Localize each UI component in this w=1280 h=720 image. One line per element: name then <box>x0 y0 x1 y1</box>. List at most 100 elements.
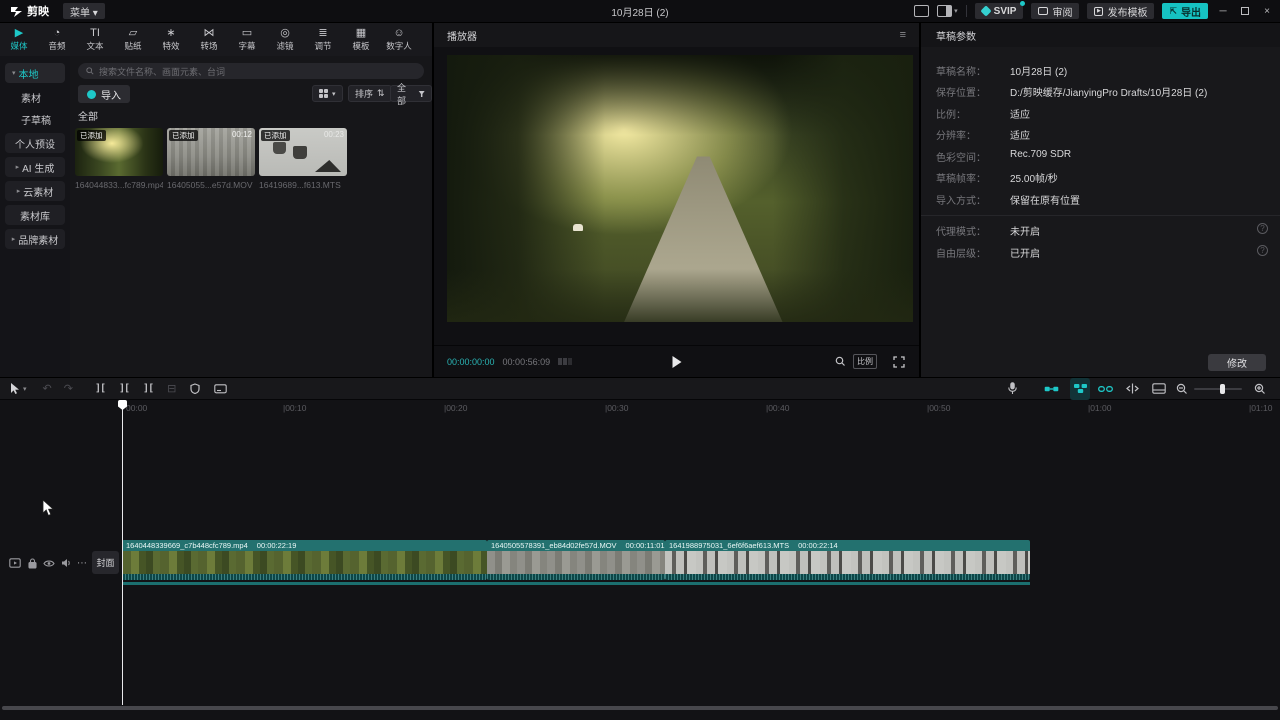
auto-snap-icon[interactable] <box>1070 377 1090 400</box>
close-button[interactable]: × <box>1260 4 1274 18</box>
timeline-ruler[interactable]: 00:00 |00:10 |00:20 |00:30 |00:40 |00:50… <box>0 400 1280 414</box>
horizontal-scrollbar[interactable] <box>2 706 1278 710</box>
duration-label: 00:23 <box>323 130 344 139</box>
template-icon: ▶ <box>1094 6 1104 16</box>
split-left-icon[interactable]: ][ <box>119 378 130 400</box>
player-layout-icon[interactable] <box>914 5 930 17</box>
timeline-clip-3[interactable]: 1641988975031_6ef6f6aef613.MTS 00:00:22:1… <box>665 540 1030 580</box>
sidebar-item-material[interactable]: 素材 <box>5 87 65 107</box>
tab-text[interactable]: TI 文本 <box>76 25 114 55</box>
sidebar-item-material-library[interactable]: 素材库 <box>5 205 65 225</box>
more-icon[interactable]: ⋯ <box>75 556 89 570</box>
record-mic-icon[interactable] <box>1008 378 1017 400</box>
preview-quality-icon[interactable] <box>558 358 573 365</box>
export-button[interactable]: ⇱ 导出 <box>1162 3 1208 19</box>
select-tool-caret[interactable]: ▾ <box>23 378 27 400</box>
split-right-icon[interactable]: ][ <box>143 378 154 400</box>
menu-button[interactable]: 菜单 ▾ <box>63 3 105 19</box>
template-icon: ▦ <box>355 26 367 39</box>
maximize-button[interactable] <box>1238 4 1252 18</box>
speaker-icon[interactable] <box>59 556 73 570</box>
timeline-clip-2[interactable]: 1640505578391_eb84d02fe57d.MOV 00:00:11:0… <box>487 540 665 580</box>
sidebar-item-personal-preset[interactable]: 个人预设 <box>5 133 65 153</box>
media-icon: ▶ <box>14 26 24 39</box>
media-item-3[interactable]: 已添加 00:23 <box>259 128 347 176</box>
audio-level-bar <box>122 582 1030 585</box>
timeline-zoom-slider[interactable] <box>1194 384 1242 394</box>
review-button[interactable]: 审阅 <box>1031 3 1080 19</box>
tab-effects[interactable]: ∗ 特效 <box>152 25 190 55</box>
row-label: 分辨率： <box>936 131 976 142</box>
tab-filter[interactable]: ◎ 滤镜 <box>266 25 304 55</box>
modify-button[interactable]: 修改 <box>1208 354 1266 371</box>
tab-caption[interactable]: ▭ 字幕 <box>228 25 266 55</box>
total-time: 00:00:56:09 <box>502 356 551 367</box>
search-placeholder: 搜索文件名称、画面元素、台词 <box>99 66 226 77</box>
tab-adjust[interactable]: ≣ 调节 <box>304 25 342 55</box>
tab-sticker[interactable]: ▱ 贴纸 <box>114 25 152 55</box>
media-item-2[interactable]: 已添加 00:12 <box>167 128 255 176</box>
tab-media[interactable]: ▶ 媒体 <box>0 25 38 55</box>
view-mode-button[interactable]: ▾ <box>312 85 343 102</box>
search-input[interactable]: 搜索文件名称、画面元素、台词 <box>78 63 424 79</box>
sidebar-item-local[interactable]: ▾ 本地 <box>5 63 65 83</box>
ruler-tick: |00:40 <box>766 403 790 413</box>
undo-icon[interactable]: ↶ <box>43 378 52 400</box>
sidebar-item-subdraft[interactable]: 子草稿 <box>5 109 65 129</box>
preview-axis-icon[interactable] <box>1126 378 1139 400</box>
chevron-down-icon: ▾ <box>332 90 336 98</box>
sticker-icon: ▱ <box>128 26 138 39</box>
filter-button[interactable]: 全部 <box>390 83 432 106</box>
lock-icon[interactable] <box>25 556 39 570</box>
preview-zoom-icon[interactable] <box>834 355 847 368</box>
video-preview[interactable] <box>447 55 913 322</box>
help-icon[interactable]: ? <box>1257 245 1268 256</box>
panel-layout-button[interactable]: ▾ <box>937 5 958 17</box>
delete-icon[interactable]: ⊟ <box>167 378 176 400</box>
playhead-line[interactable] <box>122 400 123 705</box>
clip-filmstrip <box>665 551 1030 574</box>
redo-icon[interactable]: ↷ <box>64 378 73 400</box>
mask-shield-icon[interactable] <box>190 378 200 400</box>
minimize-button[interactable]: ─ <box>1216 4 1230 18</box>
import-button[interactable]: 导入 <box>78 85 130 103</box>
zoom-in-icon[interactable] <box>1254 378 1266 400</box>
frame-rate-value: 25.00帧/秒 <box>1010 174 1058 185</box>
app-logo-text: 剪映 <box>27 6 49 18</box>
select-tool-icon[interactable] <box>10 378 21 400</box>
tab-template[interactable]: ▦ 模板 <box>342 25 380 55</box>
play-button[interactable] <box>672 355 681 368</box>
main-track-magnet-icon[interactable] <box>1044 378 1059 400</box>
sort-button[interactable]: 排序 ⇅ <box>348 85 392 102</box>
eye-icon[interactable] <box>42 556 56 570</box>
clip-duration: 00:00:11:01 <box>625 541 665 550</box>
zoom-out-icon[interactable] <box>1176 378 1188 400</box>
color-space-value: Rec.709 SDR <box>1010 149 1072 160</box>
sidebar-item-cloud-material[interactable]: ▸ 云素材 <box>5 181 65 201</box>
chevron-down-icon: ▾ <box>954 8 958 15</box>
fullscreen-icon[interactable] <box>893 355 905 368</box>
split-icon[interactable]: ][ <box>95 378 106 400</box>
track-height-icon[interactable] <box>1152 378 1166 400</box>
player-menu-icon[interactable]: ≡ <box>900 29 906 41</box>
sidebar-item-brand-material[interactable]: ▸ 品牌素材 <box>5 229 65 249</box>
clip-waveform <box>487 574 665 580</box>
linkage-icon[interactable] <box>1098 378 1113 400</box>
media-sidebar: ▾ 本地 素材 子草稿 个人预设 ▸ AI 生成 ▸ 云素材 素材库 ▸ 品牌素材 <box>0 56 70 377</box>
svip-button[interactable]: SVIP <box>974 1 1026 19</box>
auto-caption-icon[interactable] <box>214 378 228 400</box>
animal-on-path <box>572 224 583 232</box>
media-item-1[interactable]: 已添加 <box>75 128 163 176</box>
timeline-clip-1[interactable]: 1640448339669_c7b448cfc789.mp4 00:00:22:1… <box>122 540 487 580</box>
tab-digital-human[interactable]: ☺ 数字人 <box>380 25 418 55</box>
publish-template-button[interactable]: ▶ 发布模板 <box>1087 3 1155 19</box>
cover-button[interactable]: 封面 <box>92 551 119 574</box>
tab-transition[interactable]: ⋈ 转场 <box>190 25 228 55</box>
added-badge: 已添加 <box>261 130 290 141</box>
tab-audio[interactable]: ◔ 音频 <box>38 25 76 55</box>
ratio-button[interactable]: 比例 <box>853 354 877 369</box>
sidebar-item-ai-generate[interactable]: ▸ AI 生成 <box>5 157 65 177</box>
zoom-slider-handle[interactable] <box>1220 384 1225 394</box>
added-badge: 已添加 <box>169 130 198 141</box>
help-icon[interactable]: ? <box>1257 223 1268 234</box>
